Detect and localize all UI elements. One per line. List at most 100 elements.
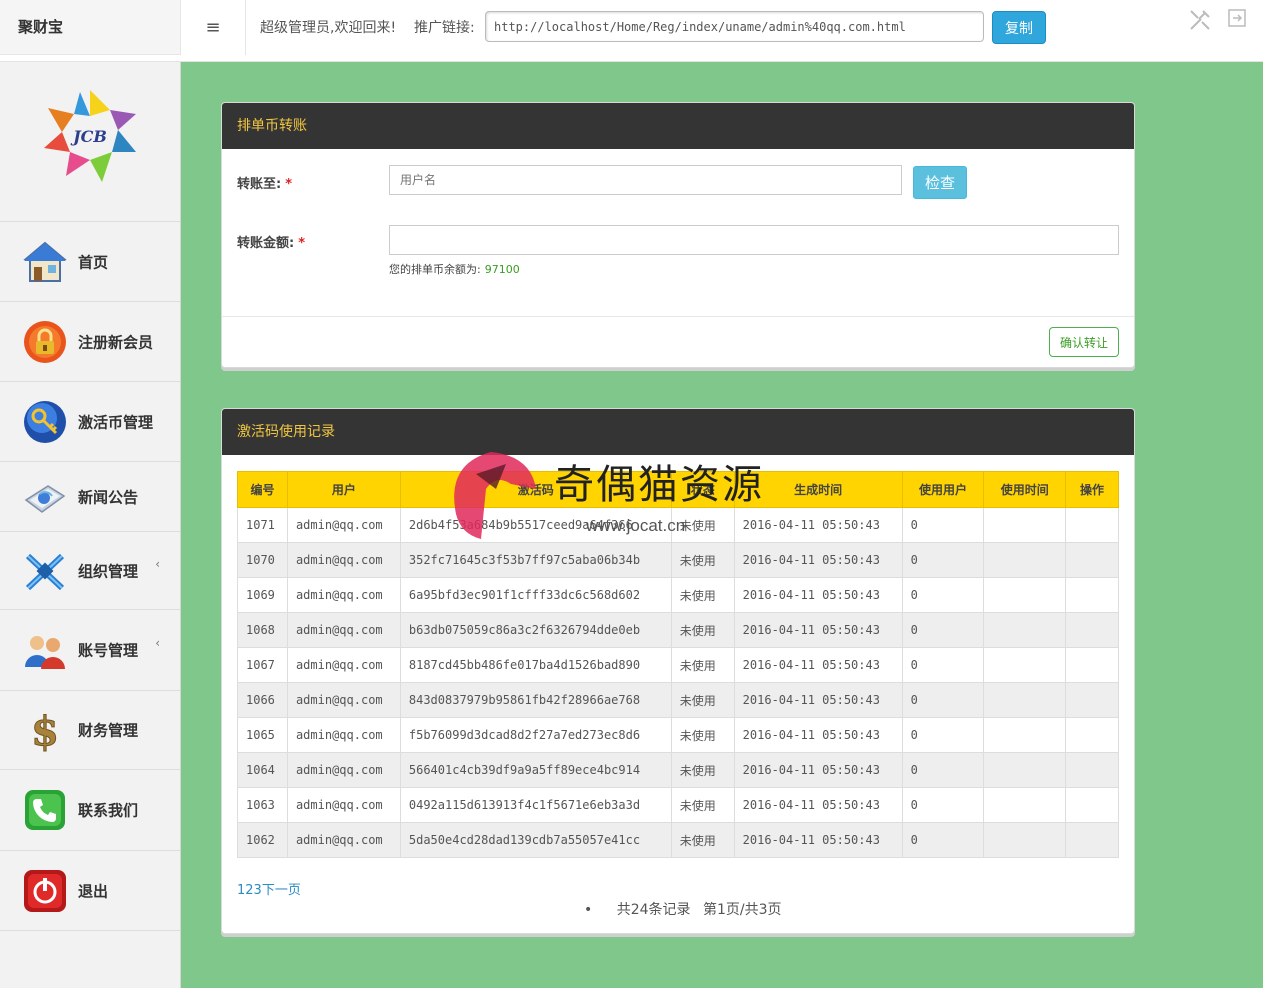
confirm-transfer-button[interactable]: 确认转让	[1049, 327, 1119, 357]
logout-icon[interactable]	[1226, 8, 1248, 30]
balance-value: 97100	[484, 263, 520, 276]
table-cell: 0	[901, 822, 985, 858]
table-cell: admin@qq.com	[286, 647, 401, 683]
table-cell[interactable]	[1065, 717, 1119, 753]
sidebar-item-label: 首页	[78, 253, 109, 271]
sidebar-item-logout[interactable]: 退出	[0, 851, 180, 931]
table-cell: 843d0837979b95861fb42f28966ae768	[399, 682, 672, 718]
sidebar-item-home[interactable]: 首页	[0, 222, 180, 302]
table-cell[interactable]	[1065, 612, 1119, 648]
table-cell	[983, 822, 1067, 858]
pager-bullet: •	[584, 902, 593, 918]
sidebar-item-label: 退出	[78, 882, 109, 900]
column-header: 用户	[286, 471, 401, 508]
table-cell: 未使用	[670, 717, 735, 753]
sidebar-item-accounts[interactable]: 账号管理 ‹	[0, 610, 180, 691]
table-cell: 2016-04-11 05:50:43	[733, 752, 903, 788]
sidebar-item-label: 新闻公告	[78, 488, 139, 506]
table-cell[interactable]	[1065, 682, 1119, 718]
table-header-row: 编号 用户 激活码 状态 生成时间 使用用户 使用时间 操作	[237, 471, 1119, 508]
table-cell: 2016-04-11 05:50:43	[733, 577, 903, 613]
tools-icon[interactable]	[1188, 8, 1212, 32]
sidebar-item-activation-coins[interactable]: 激活币管理	[0, 382, 180, 462]
table-cell	[983, 542, 1067, 578]
table-cell[interactable]	[1065, 787, 1119, 823]
table-cell: 1062	[237, 822, 288, 858]
transfer-amount-label-text: 转账金额:	[237, 236, 295, 251]
panel-title: 激活码使用记录	[222, 409, 1134, 455]
home-icon	[23, 241, 67, 282]
table-cell[interactable]	[1065, 577, 1119, 613]
table-cell: admin@qq.com	[286, 717, 401, 753]
sidebar-item-label: 账号管理	[78, 641, 139, 660]
phone-icon	[25, 790, 65, 830]
sidebar-item-news[interactable]: 新闻公告	[0, 462, 180, 532]
main-content: 排单币转账 转账至:* 检查 转账金额:* 您的排单币余额为:97100 确认转…	[181, 62, 1263, 988]
sidebar-item-contact[interactable]: 联系我们	[0, 770, 180, 851]
table-cell: 未使用	[670, 787, 735, 823]
column-header: 使用用户	[901, 471, 985, 508]
table-cell: 0	[901, 507, 985, 543]
username-input[interactable]	[389, 165, 902, 195]
network-icon	[25, 553, 65, 590]
logo-text: JCB	[70, 127, 107, 146]
copy-button[interactable]: 复制	[992, 11, 1046, 44]
table-row: 1071 admin@qq.com 2d6b4f53a684b9b5517ceed9…	[237, 507, 1119, 543]
table-cell: admin@qq.com	[286, 787, 401, 823]
check-button[interactable]: 检查	[913, 166, 967, 199]
table-cell: 2016-04-11 05:50:43	[733, 542, 903, 578]
tools-icon-svg	[1190, 10, 1210, 30]
news-icon	[24, 484, 66, 513]
table-cell	[983, 787, 1067, 823]
column-header: 激活码	[399, 471, 672, 508]
records-table: 编号 用户 激活码 状态 生成时间 使用用户 使用时间 操作 1071 admin…	[237, 471, 1119, 858]
table-cell	[983, 752, 1067, 788]
table-cell: 0	[901, 787, 985, 823]
column-header: 生成时间	[733, 471, 903, 508]
table-cell: 1065	[237, 717, 288, 753]
table-cell: 1066	[237, 682, 288, 718]
dollar-icon: $	[31, 708, 60, 754]
table-cell: 2016-04-11 05:50:43	[733, 647, 903, 683]
table-cell: 2016-04-11 05:50:43	[733, 717, 903, 753]
pager-links[interactable]: 123下一页	[237, 879, 301, 898]
sidebar-item-register[interactable]: 注册新会员	[0, 302, 180, 382]
table-cell: admin@qq.com	[286, 612, 401, 648]
power-icon	[24, 869, 66, 912]
table-cell: 1069	[237, 577, 288, 613]
table-cell: 2d6b4f53a684b9b5517ceed9a64f366	[399, 507, 672, 543]
table-cell[interactable]	[1065, 752, 1119, 788]
records-panel: 激活码使用记录 编号 用户 激活码 状态 生成时间 使用用户 使用时间 操作 1…	[221, 408, 1135, 934]
table-cell[interactable]	[1065, 507, 1119, 543]
table-cell: 352fc71645c3f53b7ff97c5aba06b34b	[399, 542, 672, 578]
table-cell: 1068	[237, 612, 288, 648]
table-cell: 未使用	[670, 822, 735, 858]
table-cell: admin@qq.com	[286, 577, 401, 613]
table-cell[interactable]	[1065, 647, 1119, 683]
logout-icon-svg	[1228, 9, 1246, 27]
table-cell	[983, 717, 1067, 753]
sidebar-item-finance[interactable]: $ 财务管理	[0, 691, 180, 770]
promo-link-input[interactable]	[485, 11, 984, 42]
table-row: 1062 admin@qq.com 5da50e4cd28dad139cdb7a55…	[237, 822, 1119, 858]
required-mark: *	[285, 177, 293, 192]
sidebar-item-label: 注册新会员	[78, 333, 154, 351]
menu-toggle-button[interactable]: ≡	[181, 0, 246, 55]
table-cell: 未使用	[670, 752, 735, 788]
promo-link-label: 推广链接:	[414, 20, 475, 36]
table-cell: 566401c4cb39df9a9a5ff89ece4bc914	[399, 752, 672, 788]
transfer-to-label-text: 转账至:	[237, 177, 282, 192]
key-icon	[24, 400, 66, 443]
sidebar-item-label: 财务管理	[78, 721, 139, 740]
table-cell: admin@qq.com	[286, 507, 401, 543]
amount-input[interactable]	[389, 225, 1119, 255]
sidebar-item-organization[interactable]: 组织管理 ‹	[0, 532, 180, 610]
table-cell: 2016-04-11 05:50:43	[733, 787, 903, 823]
table-cell: 0492a115d613913f4c1f5671e6eb3a3d	[399, 787, 672, 823]
table-cell: 2016-04-11 05:50:43	[733, 612, 903, 648]
pager-pages: 第1页/共3页	[703, 902, 782, 918]
column-header: 操作	[1065, 471, 1119, 508]
table-cell: 未使用	[670, 577, 735, 613]
table-cell[interactable]	[1065, 542, 1119, 578]
table-cell[interactable]	[1065, 822, 1119, 858]
